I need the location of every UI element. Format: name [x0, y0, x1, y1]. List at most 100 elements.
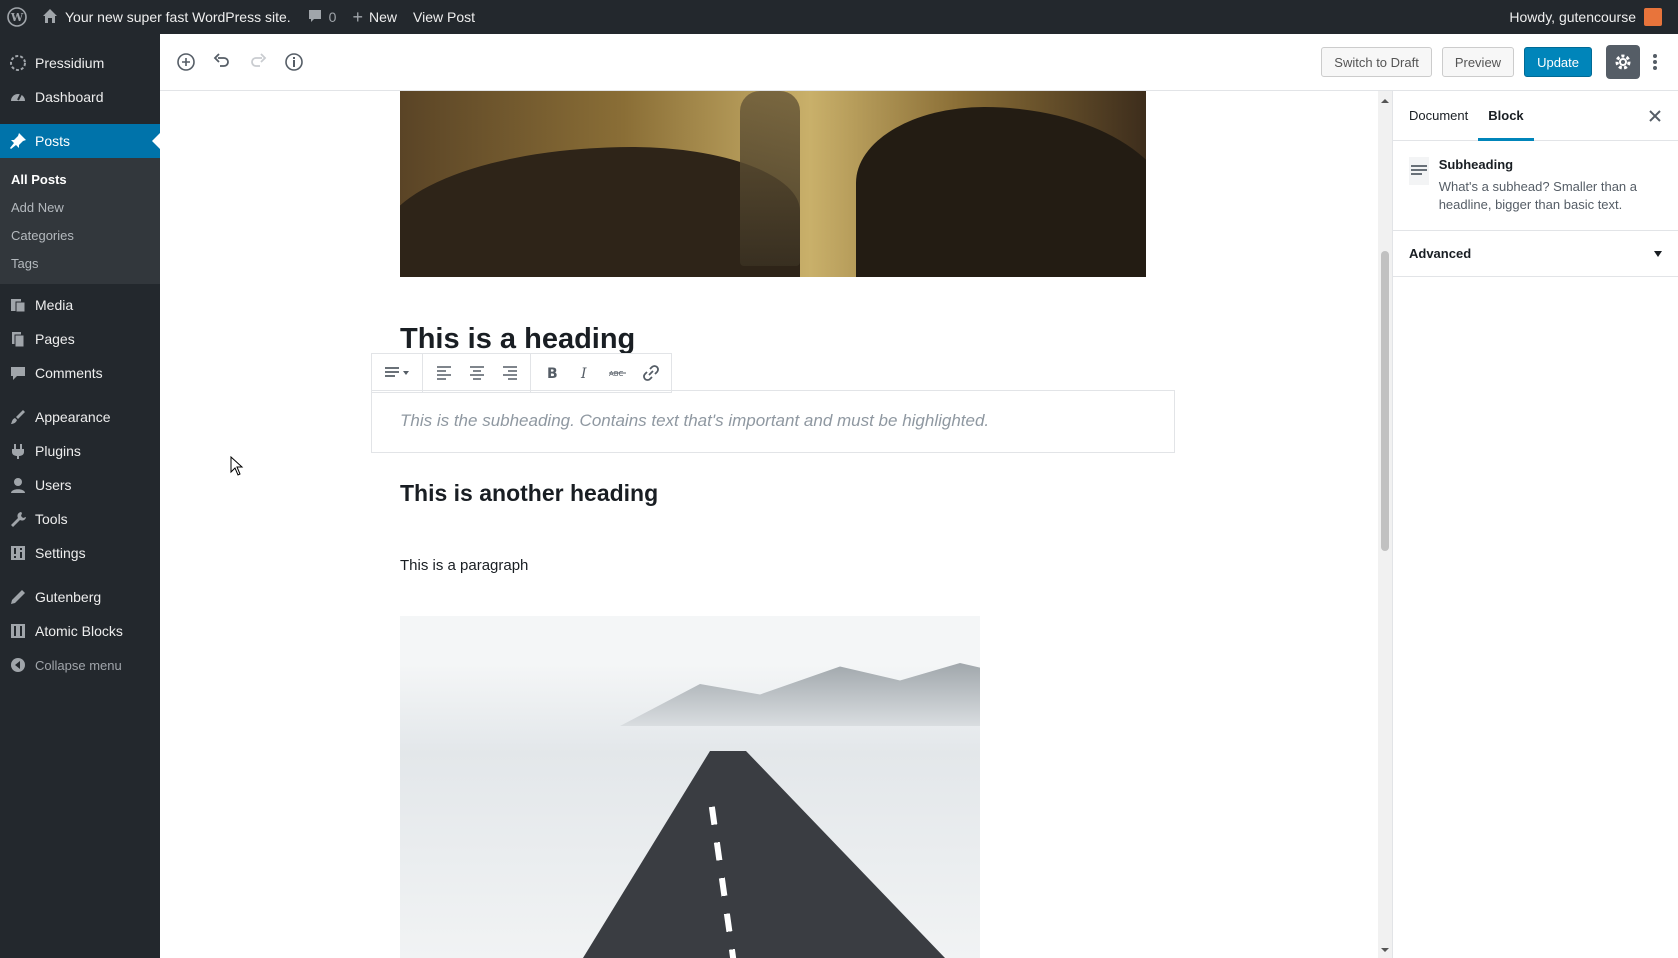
dashboard-gauge-icon [8, 87, 28, 107]
align-left-icon [436, 366, 451, 380]
submenu-add-new[interactable]: Add New [0, 194, 160, 222]
settings-toggle-button[interactable] [1606, 45, 1640, 79]
sidebar-item-label: Appearance [35, 409, 111, 425]
canvas-scrollbar[interactable] [1378, 91, 1392, 958]
sidebar-item-gutenberg[interactable]: Gutenberg [0, 580, 160, 614]
new-label: New [368, 9, 397, 25]
link-button[interactable] [634, 357, 667, 390]
sidebar-item-appearance[interactable]: Appearance [0, 400, 160, 434]
close-icon [1649, 110, 1661, 122]
info-icon [285, 53, 303, 71]
italic-icon: I [580, 366, 587, 380]
update-button[interactable]: Update [1524, 47, 1592, 77]
sidebar-item-dashboard[interactable]: Dashboard [0, 80, 160, 114]
strikethrough-icon: ABC [608, 370, 626, 378]
submenu-categories[interactable]: Categories [0, 222, 160, 250]
bold-button[interactable]: B [535, 357, 568, 390]
add-block-button[interactable] [168, 44, 204, 80]
link-icon [642, 365, 659, 381]
comment-bubble-icon [307, 8, 323, 27]
advanced-panel-toggle[interactable]: Advanced [1393, 231, 1678, 277]
block-type-switcher[interactable] [376, 357, 418, 390]
tab-document[interactable]: Document [1399, 91, 1478, 141]
align-center-icon [469, 366, 484, 380]
media-icon [8, 295, 28, 315]
sidebar-item-settings[interactable]: Settings [0, 536, 160, 570]
subheading-block[interactable]: This is the subheading. Contains text th… [371, 390, 1175, 453]
editor-canvas: This is a heading B I ABC This is the su… [160, 91, 1378, 958]
block-card-description: What's a subhead? Smaller than a headlin… [1438, 179, 1638, 212]
block-card: Subheading What's a subhead? Smaller tha… [1393, 141, 1678, 231]
greeting-label: Howdy, gutencourse [1509, 9, 1636, 25]
tab-block[interactable]: Block [1478, 91, 1534, 141]
atomic-blocks-icon [8, 621, 28, 641]
wordpress-logo-icon[interactable]: W [0, 0, 34, 34]
strikethrough-button[interactable]: ABC [601, 357, 634, 390]
comments-link[interactable]: 0 [299, 0, 345, 34]
sidebar-item-label: Atomic Blocks [35, 623, 123, 639]
sidebar-item-posts[interactable]: Posts [0, 124, 160, 158]
another-heading-block[interactable]: This is another heading [400, 480, 658, 507]
site-name-label: Your new super fast WordPress site. [65, 9, 291, 25]
sidebar-item-atomic-blocks[interactable]: Atomic Blocks [0, 614, 160, 648]
view-post-label: View Post [413, 9, 475, 25]
settings-tabs: Document Block [1393, 91, 1678, 141]
scroll-up-arrow-icon[interactable] [1381, 95, 1389, 103]
posts-submenu: All Posts Add New Categories Tags [0, 158, 160, 284]
svg-text:ABC: ABC [609, 370, 623, 378]
sidebar-item-users[interactable]: Users [0, 468, 160, 502]
close-settings-button[interactable] [1646, 107, 1664, 125]
align-right-button[interactable] [493, 357, 526, 390]
advanced-label: Advanced [1409, 246, 1472, 261]
comments-icon [8, 363, 28, 383]
submenu-all-posts[interactable]: All Posts [0, 166, 160, 194]
vertical-ellipsis-icon [1653, 54, 1657, 70]
italic-button[interactable]: I [568, 357, 601, 390]
snowy-road-image-block[interactable] [400, 616, 980, 958]
submenu-tags[interactable]: Tags [0, 250, 160, 278]
plug-icon [8, 441, 28, 461]
align-right-icon [502, 366, 517, 380]
scroll-thumb[interactable] [1381, 251, 1389, 551]
user-icon [8, 475, 28, 495]
subheading-block-icon [385, 367, 409, 377]
heading-block[interactable]: This is a heading [400, 323, 635, 356]
align-center-button[interactable] [460, 357, 493, 390]
sidebar-item-comments[interactable]: Comments [0, 356, 160, 390]
sidebar-item-label: Dashboard [35, 89, 104, 105]
content-structure-button[interactable] [276, 44, 312, 80]
sidebar-item-plugins[interactable]: Plugins [0, 434, 160, 468]
redo-button[interactable] [240, 44, 276, 80]
block-toolbar: B I ABC [371, 353, 672, 393]
sidebar-item-label: Settings [35, 545, 86, 561]
undo-button[interactable] [204, 44, 240, 80]
scroll-down-arrow-icon[interactable] [1381, 948, 1389, 956]
user-account-menu[interactable]: Howdy, gutencourse [1501, 0, 1670, 34]
new-content-link[interactable]: + New [344, 0, 405, 34]
sidebar-item-pressidium[interactable]: Pressidium [0, 46, 160, 80]
svg-text:W: W [10, 11, 24, 24]
collapse-menu-button[interactable]: Collapse menu [0, 648, 160, 682]
hiker-image-block[interactable] [400, 91, 1146, 277]
more-options-button[interactable] [1640, 45, 1670, 79]
sidebar-item-label: Comments [35, 365, 103, 381]
preview-button[interactable]: Preview [1441, 47, 1515, 77]
view-post-link[interactable]: View Post [405, 0, 483, 34]
plus-icon: + [352, 6, 363, 27]
paragraph-block[interactable]: This is a paragraph [400, 557, 528, 574]
editor-header: Switch to Draft Preview Update [160, 34, 1678, 91]
chevron-down-icon [1654, 250, 1662, 257]
subheading-text[interactable]: This is the subheading. Contains text th… [400, 411, 1146, 431]
plus-circle-icon [177, 53, 195, 71]
collapse-arrow-icon [8, 655, 28, 675]
sidebar-item-label: Pressidium [35, 55, 105, 71]
switch-to-draft-button[interactable]: Switch to Draft [1321, 47, 1432, 77]
admin-sidebar: Pressidium Dashboard Posts All Posts Add… [0, 34, 160, 958]
sidebar-item-media[interactable]: Media [0, 288, 160, 322]
align-left-button[interactable] [427, 357, 460, 390]
site-name-link[interactable]: Your new super fast WordPress site. [34, 0, 299, 34]
settings-sidebar: Document Block Subheading What's a subhe… [1392, 91, 1678, 958]
sidebar-item-tools[interactable]: Tools [0, 502, 160, 536]
pencil-icon [8, 587, 28, 607]
sidebar-item-pages[interactable]: Pages [0, 322, 160, 356]
